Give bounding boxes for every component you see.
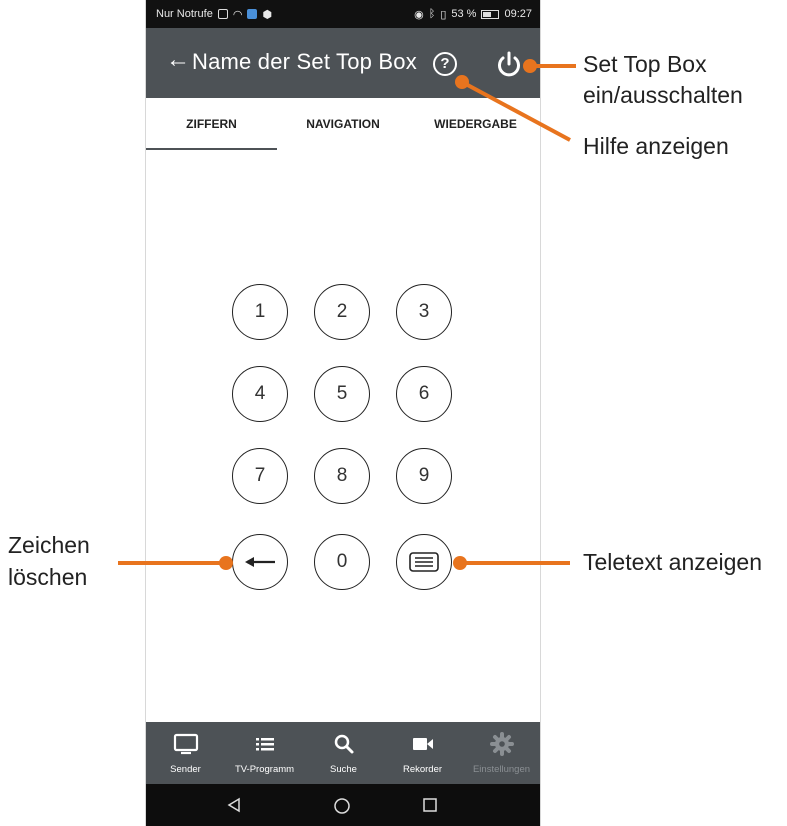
help-marker-dot — [455, 75, 469, 89]
power-marker-dot — [523, 59, 537, 73]
power-annotation-line1: Set Top Box — [583, 51, 707, 77]
delete-annotation-line2: löschen — [8, 564, 88, 590]
annotation-lines — [118, 64, 576, 565]
power-annotation-line2: ein/ausschalten — [583, 82, 743, 108]
delete-marker-dot — [219, 556, 233, 570]
delete-annotation-line1: Zeichen — [8, 532, 90, 558]
teletext-annotation: Teletext anzeigen — [583, 549, 763, 575]
help-leader-line — [461, 80, 571, 142]
help-annotation: Hilfe anzeigen — [583, 133, 729, 159]
teletext-marker-dot — [453, 556, 467, 570]
